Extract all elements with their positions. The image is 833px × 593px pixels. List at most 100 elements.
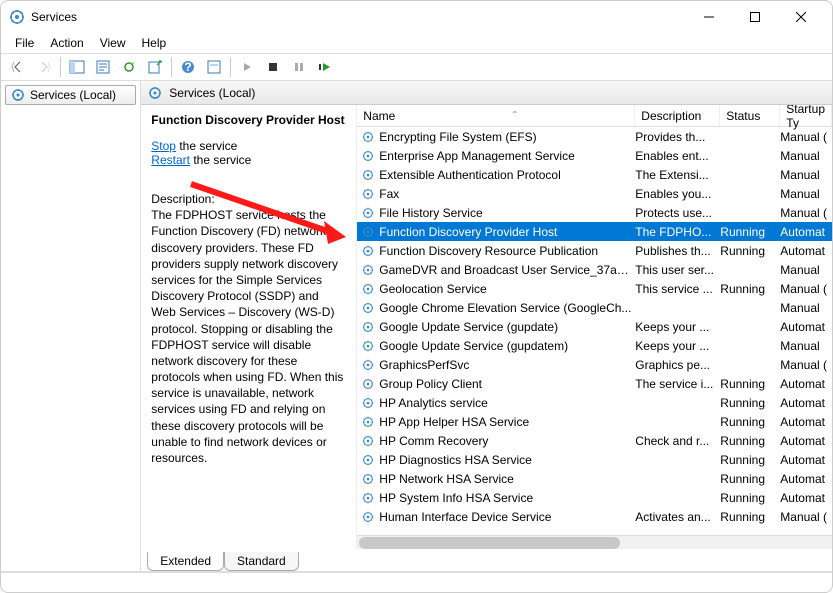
gear-icon xyxy=(361,282,375,296)
gear-icon xyxy=(361,130,375,144)
tree-node-label: Services (Local) xyxy=(30,88,116,102)
gear-icon xyxy=(361,225,375,239)
maximize-button[interactable] xyxy=(732,2,778,32)
horizontal-scrollbar[interactable] xyxy=(357,535,832,549)
service-desc-cell: Enables ent... xyxy=(635,149,720,163)
service-name-cell: Group Policy Client xyxy=(379,377,635,391)
gear-icon xyxy=(361,358,375,372)
gear-icon xyxy=(361,206,375,220)
gear-icon xyxy=(147,85,163,101)
export-list-button[interactable] xyxy=(143,55,167,79)
service-name-cell: File History Service xyxy=(379,206,635,220)
tab-extended[interactable]: Extended xyxy=(147,552,224,571)
gear-icon xyxy=(361,263,375,277)
refresh-button[interactable] xyxy=(117,55,141,79)
service-row[interactable]: Enterprise App Management ServiceEnables… xyxy=(357,146,832,165)
service-status-cell: Running xyxy=(720,225,780,239)
service-row[interactable]: HP Comm RecoveryCheck and r...RunningAut… xyxy=(357,431,832,450)
back-button[interactable] xyxy=(6,55,30,79)
menu-view[interactable]: View xyxy=(92,34,134,52)
close-button[interactable] xyxy=(778,2,824,32)
title-bar: Services xyxy=(1,1,832,33)
gear-icon xyxy=(361,244,375,258)
tree-node-services-local[interactable]: Services (Local) xyxy=(5,85,136,105)
pane-header-label: Services (Local) xyxy=(169,86,255,100)
service-startup-cell: Automat xyxy=(780,396,832,410)
service-desc-cell: The Extensi... xyxy=(635,168,720,182)
tab-standard[interactable]: Standard xyxy=(224,552,299,571)
service-row[interactable]: GraphicsPerfSvcGraphics pe...Manual ( xyxy=(357,355,832,374)
service-row[interactable]: FaxEnables you...Manual xyxy=(357,184,832,203)
gear-icon xyxy=(361,320,375,334)
service-row[interactable]: Geolocation ServiceThis service ...Runni… xyxy=(357,279,832,298)
start-service-button[interactable] xyxy=(235,55,259,79)
service-desc-cell: Keeps your ... xyxy=(635,320,720,334)
column-header-status[interactable]: Status xyxy=(720,105,780,126)
gear-icon xyxy=(361,149,375,163)
selected-service-name: Function Discovery Provider Host xyxy=(151,113,346,127)
gear-icon xyxy=(361,339,375,353)
service-status-cell: Running xyxy=(720,434,780,448)
tab-bar: Extended Standard xyxy=(141,549,832,571)
service-row[interactable]: HP System Info HSA ServiceRunningAutomat xyxy=(357,488,832,507)
service-startup-cell: Manual ( xyxy=(780,130,832,144)
service-row[interactable]: HP App Helper HSA ServiceRunningAutomat xyxy=(357,412,832,431)
service-row[interactable]: Group Policy ClientThe service i...Runni… xyxy=(357,374,832,393)
show-hide-tree-button[interactable] xyxy=(65,55,89,79)
toolbar-icon[interactable] xyxy=(202,55,226,79)
service-desc-cell: Keeps your ... xyxy=(635,339,720,353)
minimize-button[interactable] xyxy=(686,2,732,32)
service-row[interactable]: Extensible Authentication ProtocolThe Ex… xyxy=(357,165,832,184)
service-list: Name ˆ Description Status Startup Ty Enc… xyxy=(356,105,832,549)
column-header-startup[interactable]: Startup Ty xyxy=(780,105,832,126)
column-header-name[interactable]: Name ˆ xyxy=(357,105,635,126)
service-row[interactable]: Google Chrome Elevation Service (GoogleC… xyxy=(357,298,832,317)
service-name-cell: Enterprise App Management Service xyxy=(379,149,635,163)
service-name-cell: HP Comm Recovery xyxy=(379,434,635,448)
menu-file[interactable]: File xyxy=(7,34,42,52)
service-row[interactable]: Human Interface Device ServiceActivates … xyxy=(357,507,832,526)
menu-action[interactable]: Action xyxy=(42,34,91,52)
service-name-cell: Geolocation Service xyxy=(379,282,635,296)
pause-service-button[interactable] xyxy=(287,55,311,79)
service-startup-cell: Automat xyxy=(780,453,832,467)
service-desc-cell: Activates an... xyxy=(635,510,720,524)
service-name-cell: HP Network HSA Service xyxy=(379,472,635,486)
restart-service-button[interactable] xyxy=(313,55,337,79)
service-row[interactable]: File History ServiceProtects use...Manua… xyxy=(357,203,832,222)
service-desc-cell: Protects use... xyxy=(635,206,720,220)
stop-service-button[interactable] xyxy=(261,55,285,79)
service-name-cell: HP System Info HSA Service xyxy=(379,491,635,505)
service-status-cell: Running xyxy=(720,377,780,391)
column-header-description[interactable]: Description xyxy=(635,105,720,126)
help-button[interactable]: ? xyxy=(176,55,200,79)
service-status-cell: Running xyxy=(720,244,780,258)
properties-button[interactable] xyxy=(91,55,115,79)
gear-icon xyxy=(361,472,375,486)
service-row[interactable]: Function Discovery Resource PublicationP… xyxy=(357,241,832,260)
restart-link[interactable]: Restart xyxy=(151,153,190,167)
service-startup-cell: Manual xyxy=(780,168,832,182)
service-row[interactable]: HP Network HSA ServiceRunningAutomat xyxy=(357,469,832,488)
menu-help[interactable]: Help xyxy=(134,34,175,52)
gear-icon xyxy=(361,510,375,524)
service-row[interactable]: Google Update Service (gupdatem)Keeps yo… xyxy=(357,336,832,355)
stop-link[interactable]: Stop xyxy=(151,139,176,153)
service-startup-cell: Automat xyxy=(780,244,832,258)
service-row[interactable]: HP Analytics serviceRunningAutomat xyxy=(357,393,832,412)
column-headers: Name ˆ Description Status Startup Ty xyxy=(357,105,832,127)
pane-header: Services (Local) xyxy=(141,81,832,105)
service-row[interactable]: GameDVR and Broadcast User Service_37ab4… xyxy=(357,260,832,279)
service-name-cell: Google Update Service (gupdate) xyxy=(379,320,635,334)
forward-button[interactable] xyxy=(32,55,56,79)
service-row[interactable]: Encrypting File System (EFS)Provides th.… xyxy=(357,127,832,146)
service-row[interactable]: Function Discovery Provider HostThe FDPH… xyxy=(357,222,832,241)
sort-indicator-icon: ˆ xyxy=(513,109,517,123)
service-status-cell: Running xyxy=(720,453,780,467)
service-startup-cell: Manual ( xyxy=(780,358,832,372)
stop-suffix: the service xyxy=(176,139,237,153)
scrollbar-thumb[interactable] xyxy=(359,537,620,549)
gear-icon xyxy=(361,168,375,182)
service-row[interactable]: Google Update Service (gupdate)Keeps you… xyxy=(357,317,832,336)
service-row[interactable]: HP Diagnostics HSA ServiceRunningAutomat xyxy=(357,450,832,469)
